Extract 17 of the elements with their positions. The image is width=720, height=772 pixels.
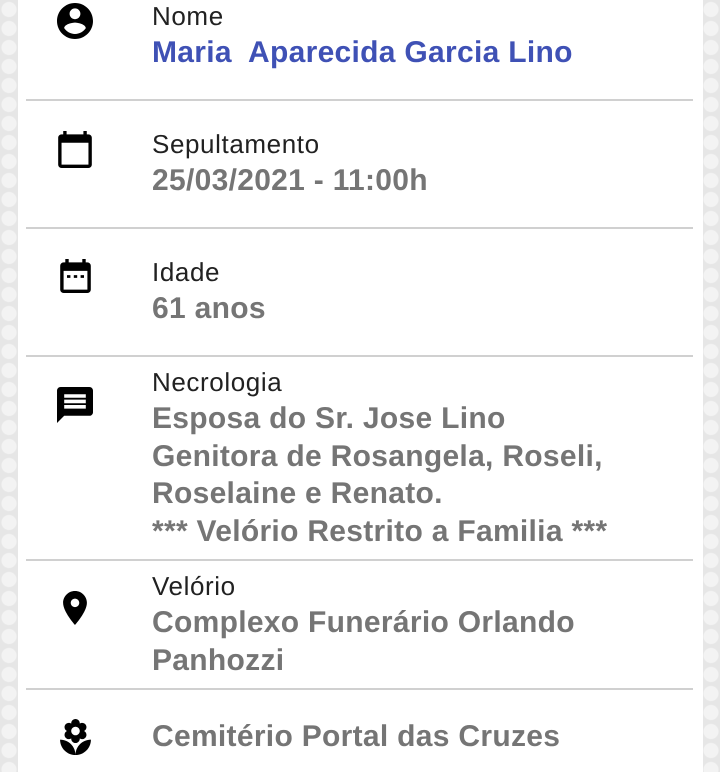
field-value: Esposa do Sr. Jose Lino Genitora de Rosangela, Roseli, Roselaine e Renato. *** Velório Restrito a Familia *** <box>152 401 608 550</box>
field-label: Nome <box>152 0 225 34</box>
field-label: Necrologia <box>152 366 284 399</box>
field-value: 25/03/2021 - 11:00h <box>152 163 428 200</box>
field-value: Maria Aparecida Garcia Lino <box>152 35 573 72</box>
field-label: Velório <box>152 570 237 603</box>
person-icon <box>57 3 93 40</box>
flower-icon <box>60 719 90 755</box>
field-label: Idade <box>152 256 222 290</box>
calendar-icon <box>58 131 92 168</box>
field-value: Complexo Funerário Orlando Panhozzi <box>152 605 575 678</box>
chat-bubble-icon <box>57 387 93 423</box>
field-value: 61 anos <box>152 291 266 328</box>
map-pin-icon <box>63 591 87 625</box>
field-value: Cemitério Portal das Cruzes <box>152 719 560 756</box>
field-label: Sepultamento <box>152 128 321 162</box>
calendar-icon <box>60 259 90 294</box>
